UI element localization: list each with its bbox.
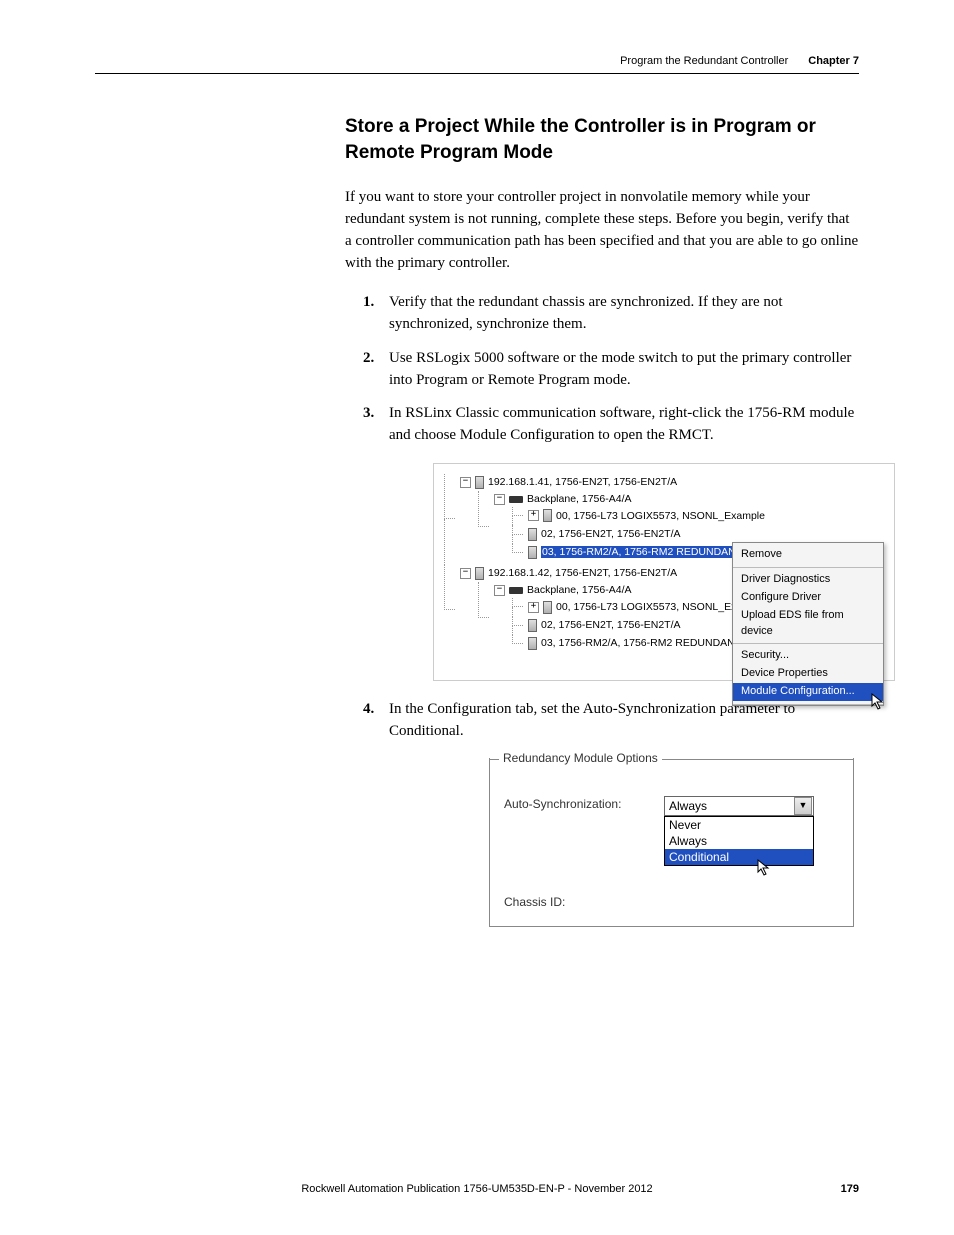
combo-option-conditional[interactable]: Conditional (665, 849, 813, 865)
backplane-icon (509, 587, 523, 594)
header-chapter-label: Chapter 7 (808, 55, 859, 67)
expand-icon[interactable]: + (528, 602, 539, 613)
section-title: Store a Project While the Controller is … (345, 114, 859, 165)
menu-item-device-properties[interactable]: Device Properties (733, 665, 883, 683)
step-2: 2. Use RSLogix 5000 software or the mode … (345, 348, 859, 392)
module-icon (528, 619, 537, 632)
legend-text: Redundancy Module Options (499, 750, 662, 767)
chevron-down-icon[interactable]: ▼ (794, 797, 812, 815)
menu-item-security[interactable]: Security... (733, 647, 883, 665)
tree-node-slot[interactable]: +00, 1756-L73 LOGIX5573, NSONL_Example (512, 507, 884, 525)
cursor-icon (757, 859, 771, 877)
tree-label: Backplane, 1756-A4/A (527, 493, 632, 505)
step-text: In the Configuration tab, set the Auto-S… (389, 701, 795, 739)
rslinx-tree-figure: − 192.168.1.41, 1756-EN2T, 1756-EN2T/A − B… (433, 463, 895, 681)
step-3: 3. In RSLinx Classic communication softwa… (345, 403, 859, 681)
step-number: 4. (363, 699, 374, 721)
menu-item-driver-diagnostics[interactable]: Driver Diagnostics (733, 571, 883, 589)
collapse-icon[interactable]: − (494, 585, 505, 596)
step-number: 1. (363, 292, 374, 314)
tree-label: 02, 1756-EN2T, 1756-EN2T/A (541, 528, 681, 540)
main-content: Store a Project While the Controller is … (345, 114, 859, 927)
footer-page-number: 179 (841, 1183, 859, 1195)
redundancy-options-figure: Redundancy Module Options Auto-Synchroni… (489, 758, 854, 926)
collapse-icon[interactable]: − (494, 494, 505, 505)
context-menu[interactable]: Remove Driver Diagnostics Configure Driv… (732, 542, 884, 707)
page-header: Program the Redundant Controller Chapter… (95, 55, 859, 74)
chassis-id-label: Chassis ID: (504, 894, 664, 911)
module-icon (528, 528, 537, 541)
fieldset-legend: Redundancy Module Options (489, 750, 854, 767)
auto-sync-combo[interactable]: Always ▼ Never Always Conditional (664, 796, 814, 866)
combo-dropdown[interactable]: Never Always Conditional (664, 816, 814, 866)
step-1: 1. Verify that the redundant chassis are … (345, 292, 859, 336)
collapse-icon[interactable]: − (460, 568, 471, 579)
module-icon (543, 601, 552, 614)
page-footer: Rockwell Automation Publication 1756-UM5… (95, 1183, 859, 1195)
menu-item-upload-eds[interactable]: Upload EDS file from device (733, 607, 883, 641)
step-text: In RSLinx Classic communication software… (389, 405, 854, 443)
step-4: 4. In the Configuration tab, set the Auto… (345, 699, 859, 927)
step-text: Use RSLogix 5000 software or the mode sw… (389, 350, 851, 388)
module-icon (528, 546, 537, 559)
menu-item-configure-driver[interactable]: Configure Driver (733, 589, 883, 607)
tree-label: 192.168.1.42, 1756-EN2T, 1756-EN2T/A (488, 567, 677, 579)
backplane-icon (509, 496, 523, 503)
combo-option-never[interactable]: Never (665, 817, 813, 833)
chassis-id-row: Chassis ID: (504, 894, 839, 911)
module-icon (475, 476, 484, 489)
intro-paragraph: If you want to store your controller pro… (345, 187, 859, 274)
steps-list: 1. Verify that the redundant chassis are … (345, 292, 859, 927)
combo-option-always[interactable]: Always (665, 833, 813, 849)
menu-item-remove[interactable]: Remove (733, 546, 883, 564)
auto-sync-row: Auto-Synchronization: Always ▼ Never Alw… (504, 796, 839, 866)
auto-sync-label: Auto-Synchronization: (504, 796, 664, 813)
step-number: 2. (363, 348, 374, 370)
footer-publication: Rockwell Automation Publication 1756-UM5… (301, 1183, 652, 1195)
combo-box[interactable]: Always ▼ (664, 796, 814, 816)
tree-label: 192.168.1.41, 1756-EN2T, 1756-EN2T/A (488, 476, 677, 488)
header-chapter-title: Program the Redundant Controller (620, 55, 788, 67)
cursor-icon (871, 693, 885, 711)
tree-label: 02, 1756-EN2T, 1756-EN2T/A (541, 619, 681, 631)
collapse-icon[interactable]: − (460, 477, 471, 488)
module-icon (475, 567, 484, 580)
combo-selected: Always (669, 797, 707, 815)
tree-label: Backplane, 1756-A4/A (527, 584, 632, 596)
module-icon (528, 637, 537, 650)
menu-item-module-configuration[interactable]: Module Configuration... (733, 683, 883, 701)
step-text: Verify that the redundant chassis are sy… (389, 294, 783, 332)
step-number: 3. (363, 403, 374, 425)
expand-icon[interactable]: + (528, 510, 539, 521)
module-icon (543, 509, 552, 522)
tree-label: 00, 1756-L73 LOGIX5573, NSONL_Example (556, 510, 765, 522)
